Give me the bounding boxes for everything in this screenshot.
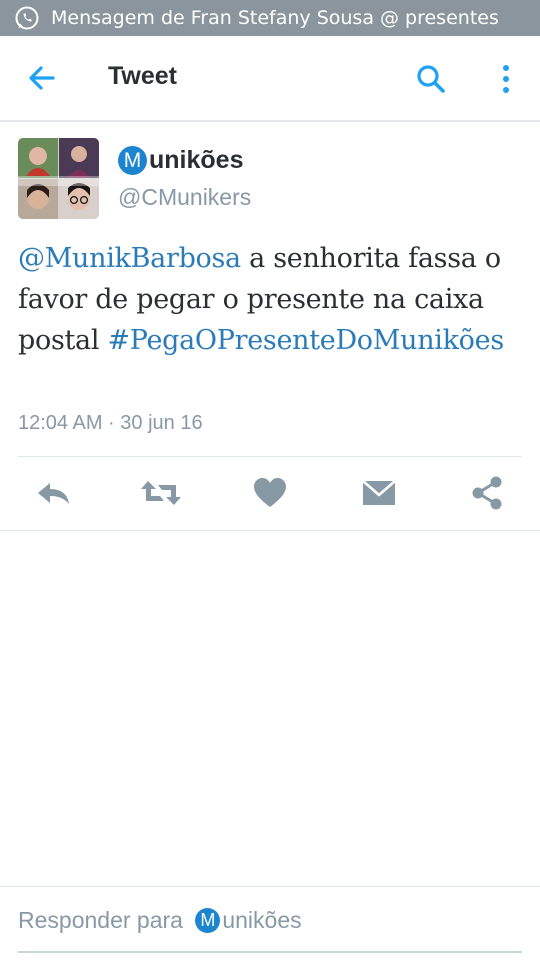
author-name[interactable]: M unikões [118, 146, 243, 175]
back-arrow-icon[interactable] [24, 60, 60, 96]
avatar[interactable] [18, 138, 99, 219]
author-handle[interactable]: @CMunikers [118, 184, 251, 211]
retweet-icon[interactable] [140, 475, 182, 511]
tweet-text: @MunikBarbosa a senhorita fassa o favor … [18, 238, 528, 361]
search-icon[interactable] [412, 60, 450, 98]
page-title: Tweet [108, 62, 177, 90]
app-bar: Tweet [0, 36, 540, 122]
m-badge-icon: M [195, 908, 221, 933]
whatsapp-icon [14, 5, 40, 31]
reply-bar: Responder para M unikões [0, 886, 540, 960]
reply-target: unikões [222, 907, 302, 933]
like-icon[interactable] [252, 475, 288, 511]
mention-link[interactable]: @MunikBarbosa [18, 243, 241, 274]
tweet-timestamp: 12:04 AM · 30 jun 16 [18, 412, 203, 434]
status-bar: Mensagem de Fran Stefany Sousa @ present… [0, 0, 540, 36]
author-display-name: unikões [149, 146, 244, 174]
reply-icon[interactable] [34, 475, 74, 511]
tweet-actions [18, 456, 522, 530]
reply-input[interactable]: Responder para M unikões [18, 907, 522, 953]
notification-text[interactable]: Mensagem de Fran Stefany Sousa @ present… [51, 7, 499, 29]
hashtag-link[interactable]: #PegaOPresenteDoMunikões [107, 325, 504, 356]
m-badge-icon: M [118, 146, 147, 175]
message-icon[interactable] [362, 475, 396, 511]
share-icon[interactable] [470, 475, 504, 511]
reply-prefix: Responder para [18, 907, 190, 933]
more-vert-icon[interactable] [494, 60, 518, 98]
tweet-detail: M unikões @CMunikers @MunikBarbosa a sen… [0, 122, 540, 531]
